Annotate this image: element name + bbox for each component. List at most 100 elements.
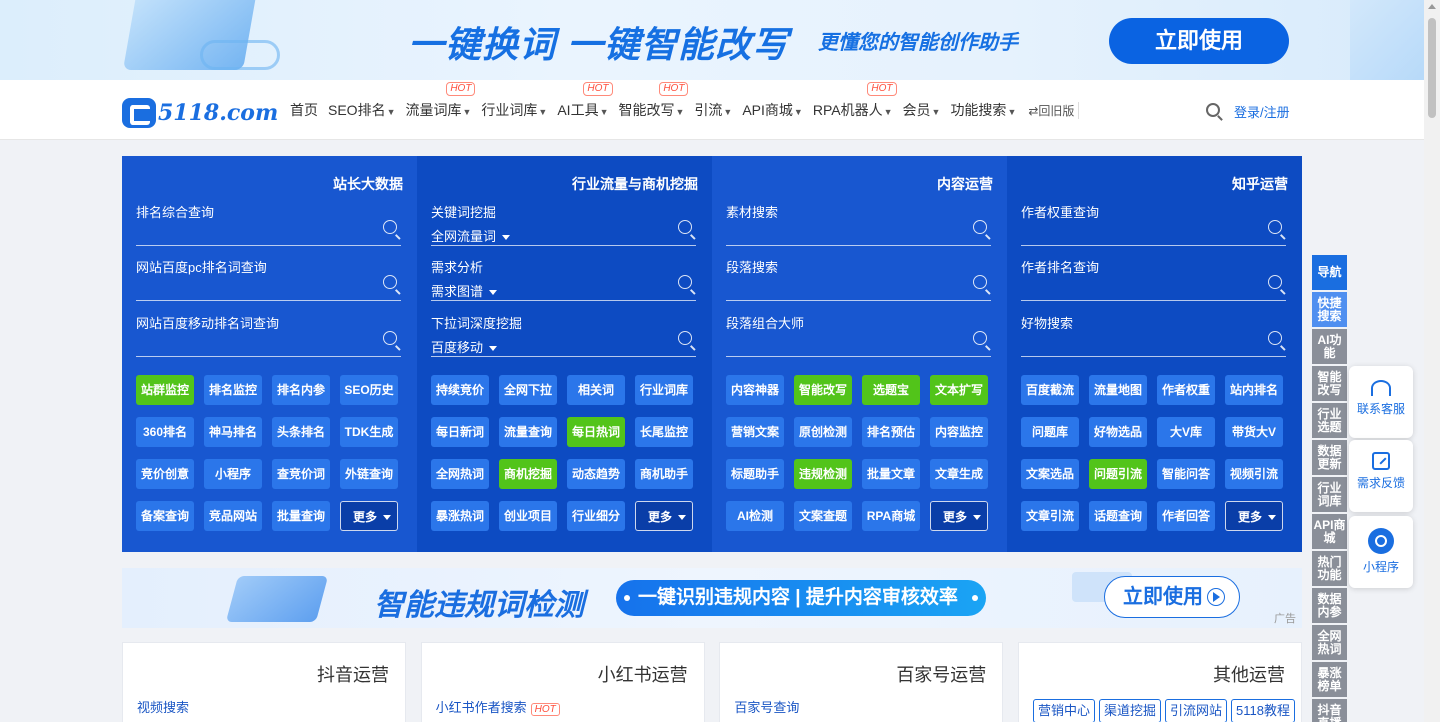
search-icon[interactable] xyxy=(973,220,987,234)
card-pill-link[interactable]: 营销中心 xyxy=(1032,699,1095,722)
card-link[interactable]: 百家号查询 xyxy=(734,697,799,716)
tool-tag[interactable]: 排名监控 xyxy=(204,375,262,405)
search-icon[interactable] xyxy=(383,220,397,234)
tool-tag[interactable]: 违规检测 xyxy=(794,459,852,489)
tool-tag[interactable]: 每日热词 xyxy=(567,417,625,447)
tool-tag[interactable]: 行业词库 xyxy=(635,375,693,405)
tool-tag[interactable]: 好物选品 xyxy=(1089,417,1147,447)
top-banner-ad[interactable]: 一键换词 一键智能改写 更懂您的智能创作助手 立即使用 xyxy=(0,0,1424,80)
floating-mini-program-button[interactable]: 小程序 xyxy=(1349,516,1413,588)
tool-tag[interactable]: 话题查询 xyxy=(1089,501,1147,531)
tool-tag[interactable]: 原创检测 xyxy=(794,417,852,447)
more-dropdown[interactable]: 更多 xyxy=(340,501,398,531)
tool-tag[interactable]: 站内排名 xyxy=(1225,375,1283,405)
card-link[interactable]: 视频搜索 xyxy=(137,697,189,716)
tool-tag[interactable]: 内容监控 xyxy=(930,417,988,447)
scrollbar-thumb[interactable] xyxy=(1428,18,1436,118)
search-icon[interactable] xyxy=(1206,103,1220,117)
tool-tag[interactable]: RPA商城 xyxy=(862,501,920,531)
search-box[interactable]: 需求分析 需求图谱 xyxy=(431,257,696,301)
tool-tag[interactable]: 视频引流 xyxy=(1225,459,1283,489)
tool-tag[interactable]: 站群监控 xyxy=(136,375,194,405)
nav-item[interactable]: 智能改写▼ HOT xyxy=(619,82,689,120)
tool-tag[interactable]: 问题引流 xyxy=(1089,459,1147,489)
side-tab[interactable]: 数据更新 xyxy=(1312,440,1347,475)
tool-tag[interactable]: 内容神器 xyxy=(726,375,784,405)
tool-tag[interactable]: 文本扩写 xyxy=(930,375,988,405)
nav-item[interactable]: AI工具▼ HOT xyxy=(557,82,613,120)
side-tab[interactable]: 数据内参 xyxy=(1312,588,1347,623)
side-tab[interactable]: 导航 xyxy=(1312,255,1347,290)
search-icon[interactable] xyxy=(1268,220,1282,234)
tool-tag[interactable]: 问题库 xyxy=(1021,417,1079,447)
floating-contact-service-button[interactable]: 联系客服 xyxy=(1349,366,1413,438)
search-box[interactable]: 下拉词深度挖掘 百度移动 xyxy=(431,313,696,357)
tool-tag[interactable]: 批量文章 xyxy=(862,459,920,489)
tool-tag[interactable]: 竞价创意 xyxy=(136,459,194,489)
tool-tag[interactable]: SEO历史 xyxy=(340,375,398,405)
side-tab[interactable]: 暴涨榜单 xyxy=(1312,662,1347,697)
side-tab[interactable]: 快捷搜索 xyxy=(1312,292,1347,327)
tool-tag[interactable]: TDK生成 xyxy=(340,417,398,447)
search-icon[interactable] xyxy=(383,331,397,345)
search-box[interactable]: 素材搜索 xyxy=(726,202,991,246)
side-tab[interactable]: API商城 xyxy=(1312,514,1347,549)
tool-tag[interactable]: AI检测 xyxy=(726,501,784,531)
tool-tag[interactable]: 文案查题 xyxy=(794,501,852,531)
more-dropdown[interactable]: 更多 xyxy=(1225,501,1283,531)
tool-tag[interactable]: 作者权重 xyxy=(1157,375,1215,405)
search-box[interactable]: 作者权重查询 xyxy=(1021,202,1286,246)
more-dropdown[interactable]: 更多 xyxy=(635,501,693,531)
tool-tag[interactable]: 持续竞价 xyxy=(431,375,489,405)
tool-tag[interactable]: 智能改写 xyxy=(794,375,852,405)
search-box[interactable]: 作者排名查询 xyxy=(1021,257,1286,301)
tool-tag[interactable]: 文章引流 xyxy=(1021,501,1079,531)
nav-item[interactable]: 流量词库▼ HOT xyxy=(406,82,476,120)
tool-tag[interactable]: 行业细分 xyxy=(567,501,625,531)
tool-tag[interactable]: 查竞价词 xyxy=(272,459,330,489)
old-version-link[interactable]: ⇄回旧版 xyxy=(1028,101,1080,119)
tool-tag[interactable]: 全网下拉 xyxy=(499,375,557,405)
tool-tag[interactable]: 外链查询 xyxy=(340,459,398,489)
search-box[interactable]: 排名综合查询 xyxy=(136,202,401,246)
search-icon[interactable] xyxy=(973,331,987,345)
tool-tag[interactable]: 小程序 xyxy=(204,459,262,489)
ad-cta-button[interactable]: 立即使用 xyxy=(1104,576,1240,618)
more-dropdown[interactable]: 更多 xyxy=(930,501,988,531)
nav-item[interactable]: 功能搜索▼ xyxy=(950,100,1016,120)
nav-item[interactable]: 首页 xyxy=(290,100,318,120)
side-tab[interactable]: 热门功能 xyxy=(1312,551,1347,586)
search-icon[interactable] xyxy=(973,275,987,289)
tool-tag[interactable]: 智能问答 xyxy=(1157,459,1215,489)
tool-tag[interactable]: 商机挖掘 xyxy=(499,459,557,489)
search-icon[interactable] xyxy=(678,220,692,234)
tool-tag[interactable]: 大V库 xyxy=(1157,417,1215,447)
tool-tag[interactable]: 营销文案 xyxy=(726,417,784,447)
search-icon[interactable] xyxy=(678,331,692,345)
tool-tag[interactable]: 相关词 xyxy=(567,375,625,405)
tool-tag[interactable]: 文章生成 xyxy=(930,459,988,489)
search-box[interactable]: 段落组合大师 xyxy=(726,313,991,357)
search-icon[interactable] xyxy=(1268,275,1282,289)
nav-item[interactable]: API商城▼ xyxy=(742,100,803,120)
side-tab[interactable]: 行业词库 xyxy=(1312,477,1347,512)
side-tab[interactable]: 抖音直播 xyxy=(1312,699,1347,722)
tool-tag[interactable]: 动态趋势 xyxy=(567,459,625,489)
search-box[interactable]: 网站百度移动排名词查询 xyxy=(136,313,401,357)
search-type-select[interactable]: 全网流量词 xyxy=(431,226,511,245)
side-tab[interactable]: 全网热词 xyxy=(1312,625,1347,660)
tool-tag[interactable]: 360排名 xyxy=(136,417,194,447)
tool-tag[interactable]: 商机助手 xyxy=(635,459,693,489)
search-icon[interactable] xyxy=(383,275,397,289)
tool-tag[interactable]: 头条排名 xyxy=(272,417,330,447)
tool-tag[interactable]: 创业项目 xyxy=(499,501,557,531)
tool-tag[interactable]: 每日新词 xyxy=(431,417,489,447)
nav-item[interactable]: 行业词库▼ xyxy=(481,100,547,120)
nav-item[interactable]: 会员▼ xyxy=(903,100,941,120)
tool-tag[interactable]: 标题助手 xyxy=(726,459,784,489)
violation-detection-ad[interactable]: 智能违规词检测 一键识别违规内容 | 提升内容审核效率 立即使用 广告 xyxy=(122,568,1302,628)
tool-tag[interactable]: 批量查询 xyxy=(272,501,330,531)
login-register-link[interactable]: 登录/注册 xyxy=(1234,102,1290,121)
site-logo[interactable]: 5118.com xyxy=(122,98,278,128)
side-tab[interactable]: 智能改写 xyxy=(1312,366,1347,401)
